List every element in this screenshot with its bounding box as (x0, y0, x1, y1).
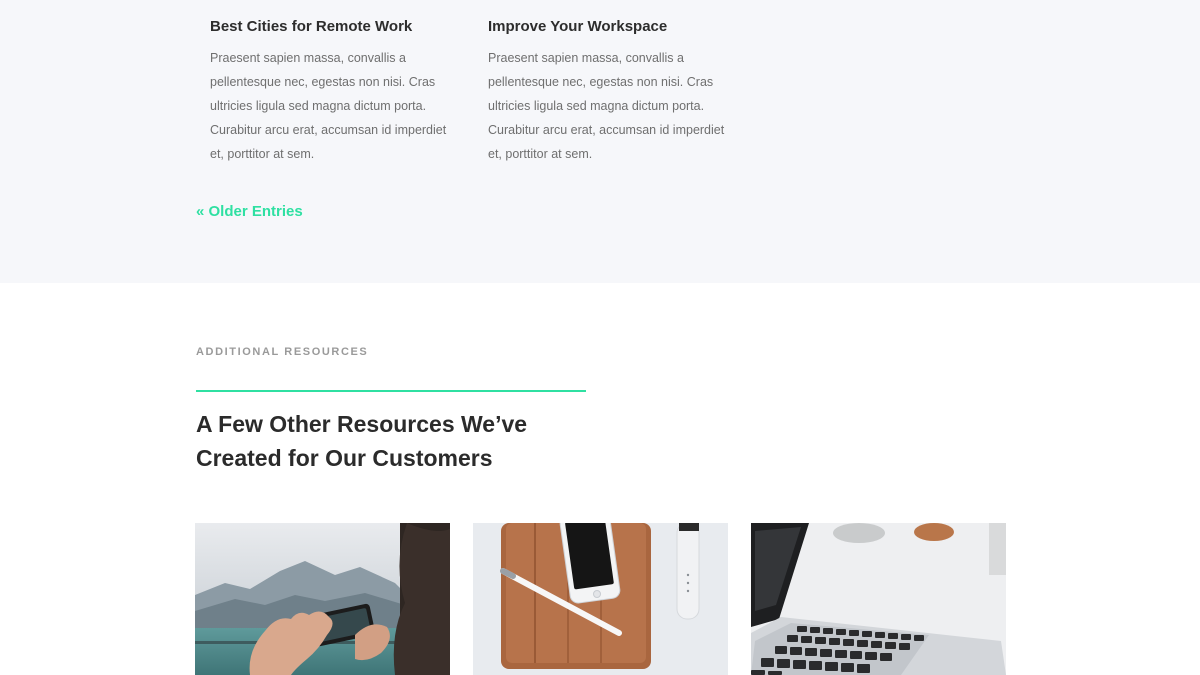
post-excerpt: Praesent sapien massa, convallis a pelle… (488, 51, 725, 161)
resource-card-image[interactable] (473, 523, 728, 675)
hands-smartphone-photo (195, 523, 450, 675)
phone-tablet-stylus-photo (473, 523, 728, 675)
blog-post-card: Improve Your Workspace Praesent sapien m… (488, 16, 728, 166)
blog-posts-section: Best Cities for Remote Work Praesent sap… (0, 0, 1200, 283)
post-title[interactable]: Improve Your Workspace (488, 16, 728, 38)
post-excerpt: Praesent sapien massa, convallis a pelle… (210, 51, 447, 161)
post-title[interactable]: Best Cities for Remote Work (210, 16, 450, 38)
laptop-keyboard-photo (751, 523, 1006, 675)
resource-card-image[interactable] (751, 523, 1006, 675)
older-entries-link[interactable]: « Older Entries (196, 201, 303, 223)
resource-card-image[interactable] (195, 523, 450, 675)
section-heading: A Few Other Resources We’ve Created for … (196, 411, 528, 471)
section-eyebrow: ADDITIONAL RESOURCES (196, 346, 369, 358)
blog-post-card: Best Cities for Remote Work Praesent sap… (210, 16, 450, 166)
additional-resources-section: ADDITIONAL RESOURCES A Few Other Resourc… (0, 283, 1200, 675)
accent-divider (196, 390, 586, 392)
